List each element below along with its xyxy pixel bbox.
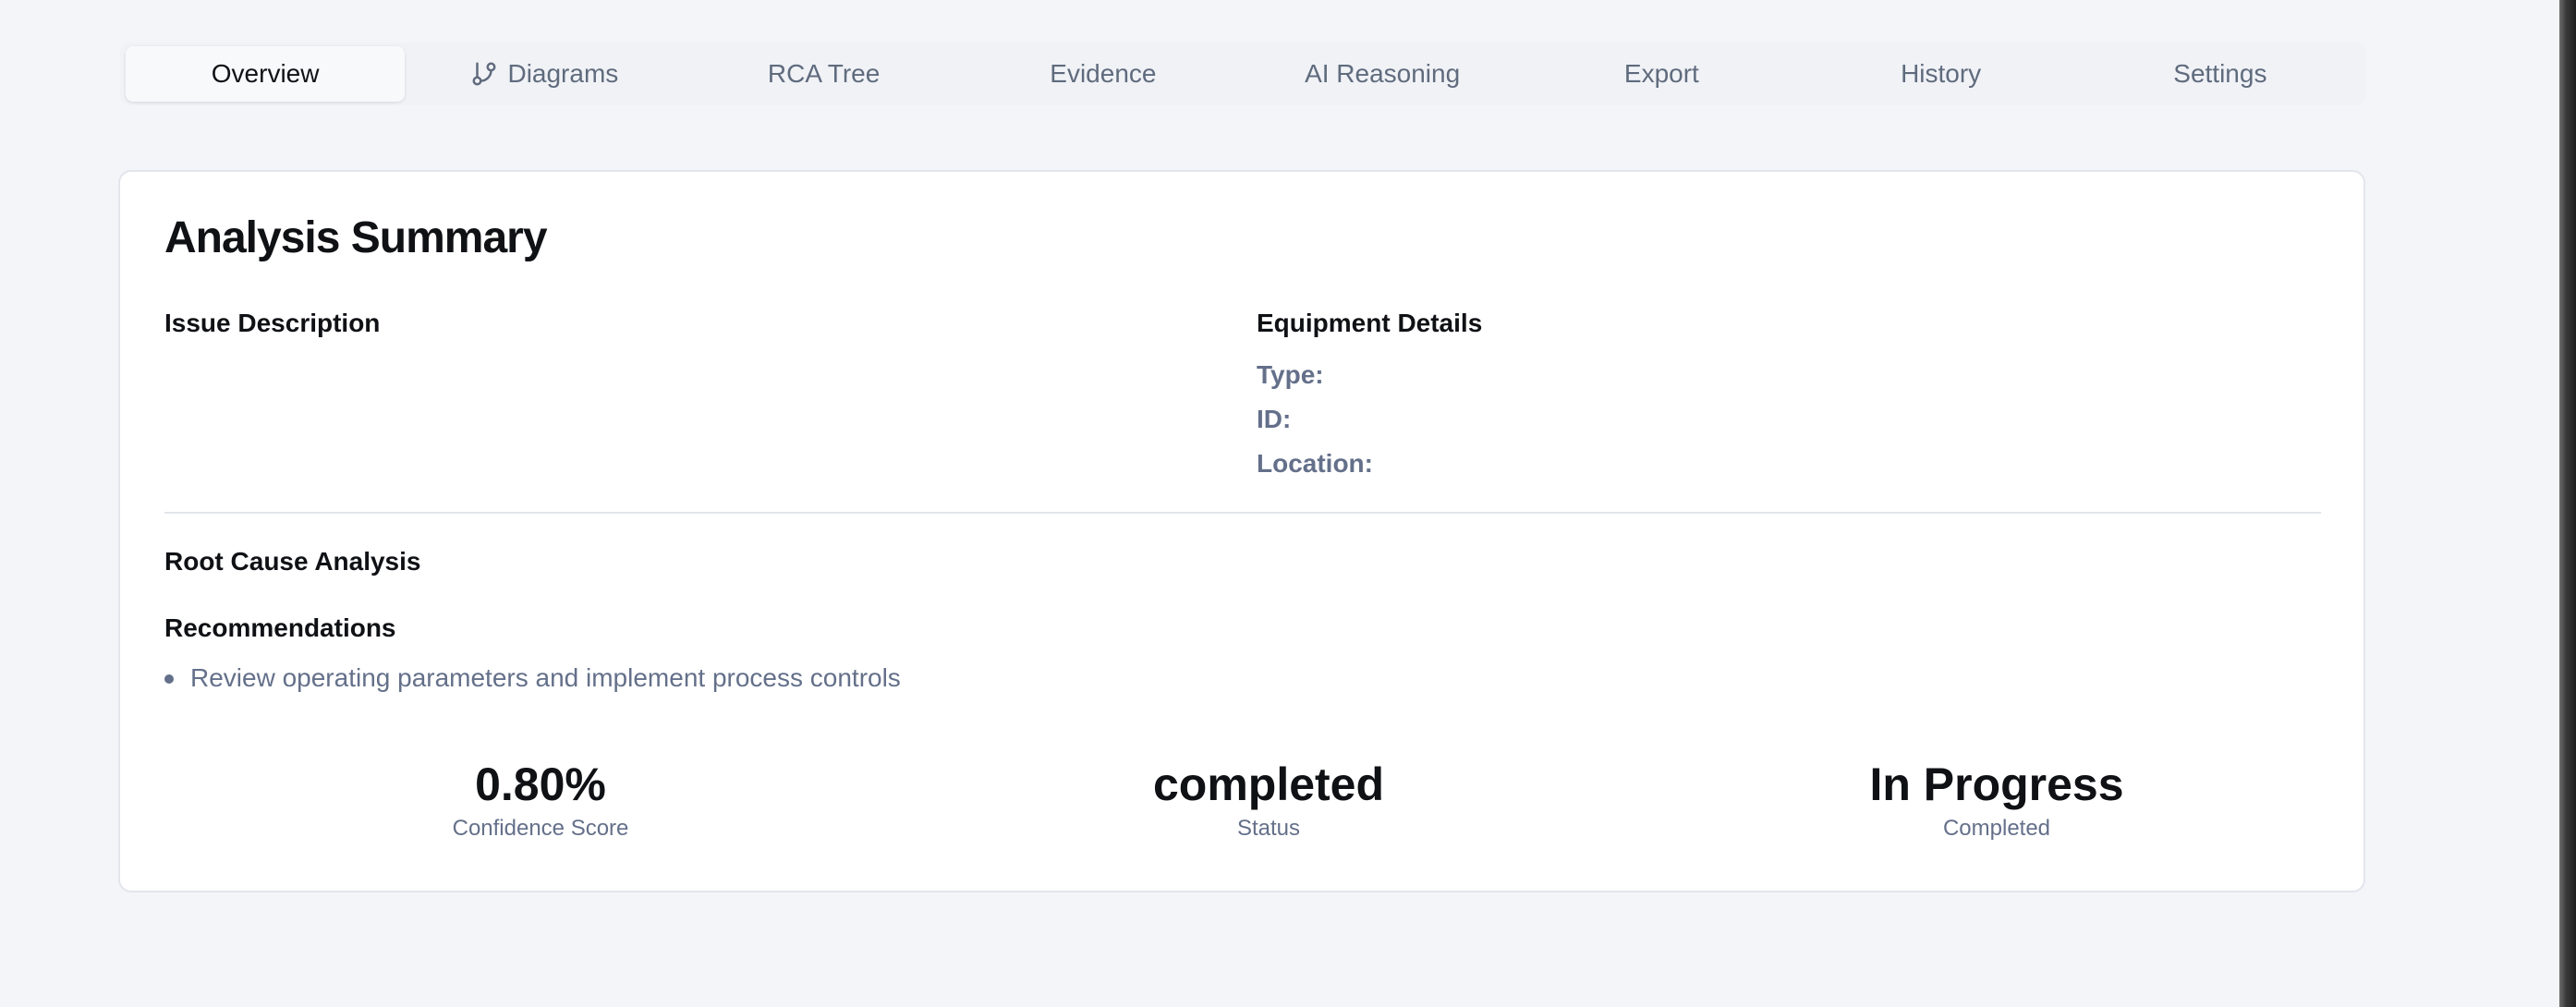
- tab-label: Overview: [211, 59, 320, 88]
- git-branch-icon: [472, 62, 496, 86]
- stat-label: Confidence Score: [452, 816, 629, 841]
- stat-value: 0.80%: [475, 758, 606, 810]
- tab-ai-reasoning[interactable]: AI Reasoning: [1243, 46, 1522, 102]
- analysis-summary-card: Analysis Summary Issue Description Equip…: [118, 170, 2365, 892]
- equipment-type-label: Type:: [1257, 360, 1324, 389]
- confidence-score-stat: 0.80% Confidence Score: [263, 759, 818, 842]
- list-item: Review operating parameters and implemen…: [164, 663, 901, 693]
- tab-bar: Overview Diagrams RCA Tree Evidence AI R…: [120, 42, 2365, 105]
- equipment-type-row: Type:: [1257, 360, 1324, 390]
- stat-value: In Progress: [1869, 758, 2124, 810]
- equipment-location-label: Location:: [1257, 449, 1373, 478]
- root-cause-heading: Root Cause Analysis: [164, 547, 421, 576]
- section-divider: [164, 512, 2321, 514]
- window-edge: [2559, 0, 2576, 1007]
- recommendations-heading: Recommendations: [164, 613, 396, 642]
- recommendations-list: Review operating parameters and implemen…: [164, 663, 901, 693]
- equipment-id-row: ID:: [1257, 405, 1291, 434]
- tab-label: RCA Tree: [767, 59, 881, 88]
- tab-label: Diagrams: [507, 59, 619, 88]
- stat-label: Status: [1236, 816, 1301, 841]
- issue-description-heading: Issue Description: [164, 309, 381, 337]
- tab-label: Evidence: [1050, 59, 1157, 88]
- tab-export[interactable]: Export: [1522, 46, 1801, 102]
- tab-label: Export: [1623, 59, 1699, 88]
- tab-overview[interactable]: Overview: [126, 46, 406, 102]
- tab-label: History: [1901, 59, 1982, 88]
- tab-evidence[interactable]: Evidence: [964, 46, 1243, 102]
- stat-value: completed: [1152, 758, 1385, 810]
- tab-settings[interactable]: Settings: [2081, 46, 2360, 102]
- completed-stat: In Progress Completed: [1719, 759, 2274, 842]
- tab-label: Settings: [2173, 59, 2267, 88]
- equipment-id-label: ID:: [1257, 405, 1292, 433]
- tab-rca-tree[interactable]: RCA Tree: [685, 46, 964, 102]
- status-stat: completed Status: [991, 759, 1546, 842]
- tab-diagrams[interactable]: Diagrams: [405, 46, 684, 102]
- tab-label: AI Reasoning: [1305, 59, 1461, 88]
- card-title: Analysis Summary: [164, 213, 548, 262]
- equipment-location-row: Location:: [1257, 449, 1373, 479]
- tab-history[interactable]: History: [1802, 46, 2081, 102]
- stat-label: Completed: [1942, 816, 2051, 841]
- equipment-details-heading: Equipment Details: [1257, 309, 1483, 337]
